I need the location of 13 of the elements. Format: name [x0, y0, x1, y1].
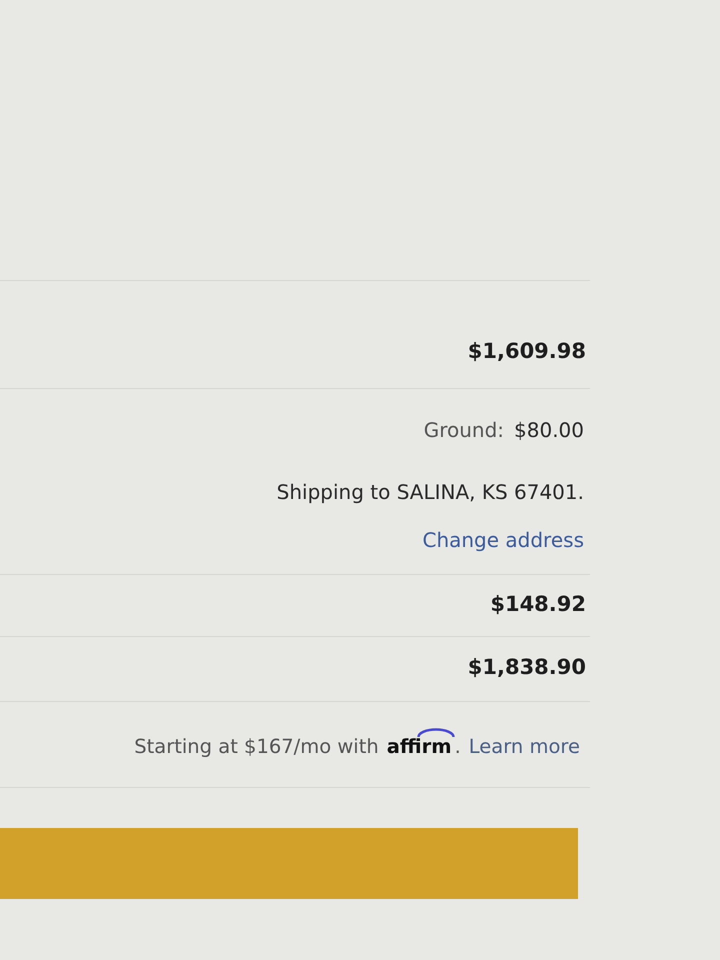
period-text: .: [454, 734, 461, 760]
financing-text: Starting at $167/mo with: [134, 734, 379, 760]
amount-value: $1,609.98: [468, 338, 586, 364]
affirm-wordmark: affirm: [386, 737, 452, 757]
learn-more-link[interactable]: Learn more: [468, 734, 580, 760]
amount-value: $1,838.90: [468, 654, 586, 680]
amount-value: $148.92: [490, 591, 586, 617]
shipping-method: Ground:: [424, 417, 504, 443]
arc-icon: [416, 728, 455, 737]
checkout-button[interactable]: [0, 828, 578, 899]
shipping-destination: Shipping to SALINA, KS 67401.: [276, 479, 584, 505]
shipping-cost: $80.00: [514, 417, 584, 443]
change-address-link[interactable]: Change address: [422, 527, 584, 553]
